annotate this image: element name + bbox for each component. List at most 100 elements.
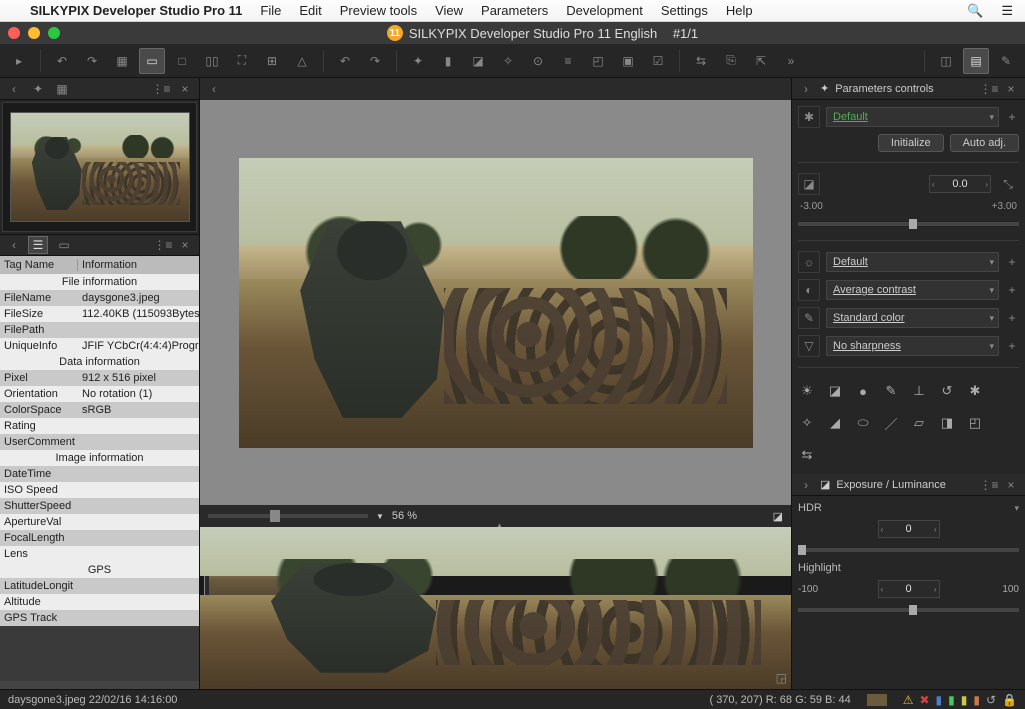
hdr-value-input[interactable]: ‹0› [878,520,940,538]
develop-button[interactable]: ▸ [6,48,32,74]
exp-menu-icon[interactable]: ⋮≡ [981,477,997,493]
highlight-slider[interactable] [798,608,1019,612]
nav-grid-icon[interactable]: ▦ [54,81,70,97]
wb-icon[interactable]: ☼ [798,251,820,273]
sharpness-add-button[interactable]: + [1005,339,1019,353]
check-button[interactable]: ☑ [645,48,671,74]
exp-close-icon[interactable]: × [1003,477,1019,493]
status-tag-orange-icon[interactable]: ▮ [973,693,980,707]
hdr-slider[interactable] [798,548,1019,552]
tool-gear-icon[interactable]: ✱ [966,382,984,400]
props-tab-folder[interactable]: ▭ [54,236,74,254]
panel-brush-button[interactable]: ✎ [993,48,1019,74]
undo-button[interactable]: ↶ [332,48,358,74]
rotate-right-button[interactable]: ↷ [79,48,105,74]
params-prev-icon[interactable]: › [798,81,814,97]
ev-slider[interactable] [798,222,1019,226]
props-menu-icon[interactable]: ⋮≡ [155,237,171,253]
menu-file[interactable]: File [260,3,281,18]
color-add-button[interactable]: + [1005,311,1019,325]
rotate-left-button[interactable]: ↶ [49,48,75,74]
status-error-icon[interactable]: ✖ [919,693,929,707]
menu-edit[interactable]: Edit [299,3,321,18]
export-button[interactable]: ⇱ [748,48,774,74]
ev-reset-icon[interactable]: ⤡ [997,173,1019,195]
tool-tri-icon[interactable]: ◢ [826,414,844,432]
menu-view[interactable]: View [435,3,463,18]
props-tab-info[interactable]: ☰ [28,236,48,254]
exp-prev-icon[interactable]: › [798,477,814,493]
status-warn-icon[interactable]: ⚠ [903,693,914,707]
sync-button[interactable]: ⇆ [688,48,714,74]
status-tag-yellow-icon[interactable]: ▮ [961,693,968,707]
brush-button[interactable]: ▮ [435,48,461,74]
preset-add-button[interactable]: + [1005,110,1019,124]
panel-left-button[interactable]: ◫ [933,48,959,74]
props-close-icon[interactable]: × [177,237,193,253]
tool-fish-icon[interactable]: ⬭ [854,414,872,432]
window-close-button[interactable] [8,27,20,39]
menu-settings[interactable]: Settings [661,3,708,18]
contrast-select[interactable]: Average contrast [826,280,999,300]
sharpness-select[interactable]: No sharpness [826,336,999,356]
menu-help[interactable]: Help [726,3,753,18]
nav-puzzle-icon[interactable]: ✦ [30,81,46,97]
crop-grid-button[interactable]: ⊞ [259,48,285,74]
params-menu-icon[interactable]: ⋮≡ [981,81,997,97]
highlight-value-input[interactable]: ‹0› [878,580,940,598]
control-center-icon[interactable]: ☰ [1001,3,1013,19]
contrast-icon[interactable]: ◐ [798,279,820,301]
info-scrollbar[interactable] [0,681,199,689]
navigator-thumbnail[interactable] [2,102,197,232]
select-button[interactable]: ▣ [615,48,641,74]
exposure-icon[interactable]: ◪ [798,173,820,195]
preview-prev-icon[interactable]: ‹ [206,81,222,97]
copy-button[interactable]: ⎘ [718,48,744,74]
clone-button[interactable]: ⊙ [525,48,551,74]
preset-select[interactable]: Default [826,107,999,127]
tool-reset-icon[interactable]: ↺ [938,382,956,400]
single-view-button[interactable]: ▭ [139,48,165,74]
props-prev-icon[interactable]: ‹ [6,237,22,253]
preview-area[interactable] [200,100,791,505]
gear-icon[interactable]: ✱ [798,106,820,128]
nav-prev-icon[interactable]: ‹ [6,81,22,97]
nav-close-icon[interactable]: × [177,81,193,97]
eraser-button[interactable]: ◪ [465,48,491,74]
filmstrip-resize-handle-icon[interactable]: ◲ [776,671,787,685]
tool-pen-icon[interactable]: ／ [882,414,900,432]
tool-contrast-icon[interactable]: ◪ [826,382,844,400]
status-tag-green-icon[interactable]: ▮ [948,693,955,707]
sharpness-icon[interactable]: ▽ [798,335,820,357]
nav-menu-icon[interactable]: ⋮≡ [153,81,169,97]
fit-button[interactable]: □ [169,48,195,74]
compare-button[interactable]: ▯▯ [199,48,225,74]
tool-rotate-icon[interactable]: ⊥ [910,382,928,400]
tool-sync-icon[interactable]: ⇆ [798,446,816,464]
grid-view-button[interactable]: ▦ [109,48,135,74]
params-close-icon[interactable]: × [1003,81,1019,97]
tool-sphere-icon[interactable]: ● [854,382,872,400]
menu-development[interactable]: Development [566,3,643,18]
zoom-dropdown-icon[interactable]: ▼ [376,512,384,521]
app-menu[interactable]: SILKYPIX Developer Studio Pro 11 [30,3,242,18]
wand-button[interactable]: ✧ [495,48,521,74]
tool-sun-icon[interactable]: ☀ [798,382,816,400]
status-revert-icon[interactable]: ↺ [986,693,996,707]
status-tag-blue-icon[interactable]: ▮ [936,693,943,707]
auto-adjust-button[interactable]: Auto adj. [950,134,1019,152]
menu-preview-tools[interactable]: Preview tools [340,3,417,18]
redo-button[interactable]: ↷ [362,48,388,74]
layers-button[interactable]: ≡ [555,48,581,74]
tool-brush-icon[interactable]: ✎ [882,382,900,400]
status-lock-icon[interactable]: 🔒 [1002,693,1017,707]
tool-wand-icon[interactable]: ✧ [798,414,816,432]
zoom-fit-icon[interactable]: ◪ [773,510,783,523]
menu-parameters[interactable]: Parameters [481,3,548,18]
tool-gradient-icon[interactable]: ◨ [938,414,956,432]
spotlight-icon[interactable]: 🔍 [967,3,983,19]
contrast-add-button[interactable]: + [1005,283,1019,297]
wb-add-button[interactable]: + [1005,255,1019,269]
zoom-slider[interactable] [208,514,368,518]
color-icon[interactable]: ✎ [798,307,820,329]
